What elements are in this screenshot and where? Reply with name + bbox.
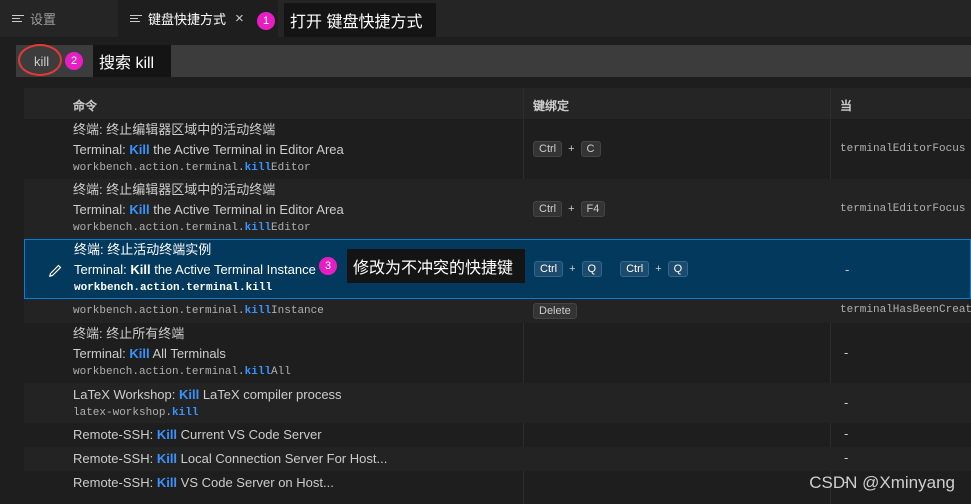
key-cap: F4 — [580, 201, 606, 217]
when-cell: - — [844, 450, 849, 465]
command-title: 终端: 终止所有终端 — [73, 326, 185, 341]
keybinding-cell[interactable]: Ctrl + F4 — [533, 201, 606, 217]
when-cell: - — [845, 262, 850, 277]
table-row[interactable]: 终端: 终止编辑器区域中的活动终端 Terminal: Kill the Act… — [24, 179, 971, 239]
settings-file-icon — [12, 15, 24, 22]
command-cell: workbench.action.terminal.killInstance — [73, 303, 324, 319]
command-cell: Remote-SSH: Kill Local Connection Server… — [73, 449, 387, 469]
command-id: workbench.action.terminal.killEditor — [73, 222, 311, 234]
key-cap: Delete — [533, 303, 577, 319]
command-title: 终端: 终止编辑器区域中的活动终端 — [73, 182, 276, 197]
command-cell: 终端: 终止编辑器区域中的活动终端 Terminal: Kill the Act… — [73, 180, 344, 236]
command-title: 终端: 终止活动终端实例 — [74, 242, 212, 257]
keybinding-cell[interactable]: Ctrl + Q Ctrl + Q — [534, 261, 689, 277]
key-cap: Q — [667, 261, 689, 277]
key-cap: C — [580, 141, 601, 157]
search-highlight-circle — [18, 44, 62, 76]
command-label: Remote-SSH: Kill VS Code Server on Host.… — [73, 475, 334, 490]
command-cell: 终端: 终止所有终端 Terminal: Kill All Terminals … — [73, 324, 291, 380]
column-command-header[interactable]: 命令 — [73, 97, 97, 114]
annotation-callout-2: 搜索 kill — [93, 45, 171, 77]
command-id: workbench.action.terminal.kill — [74, 282, 273, 294]
when-cell: - — [844, 426, 849, 441]
table-row[interactable]: LaTeX Workshop: Kill LaTeX compiler proc… — [24, 383, 971, 423]
table-row[interactable]: Remote-SSH: Kill Local Connection Server… — [24, 447, 971, 471]
command-id: latex-workshop.kill — [73, 407, 199, 419]
when-cell: terminalHasBeenCreate — [840, 304, 971, 316]
tab-keyboard-shortcuts[interactable]: 键盘快捷方式 × — [118, 0, 278, 37]
command-label: Terminal: Kill the Active Terminal in Ed… — [73, 142, 344, 157]
keybinding-cell[interactable]: Delete — [533, 303, 577, 319]
command-id: workbench.action.terminal.killEditor — [73, 162, 311, 174]
key-cap: Ctrl — [533, 201, 563, 217]
when-cell: terminalEditorFocus & — [840, 143, 971, 155]
column-keybinding-header[interactable]: 键绑定 — [533, 97, 569, 114]
table-header: 命令 键绑定 当 — [24, 88, 971, 119]
annotation-marker-1: 1 — [257, 12, 275, 30]
when-cell: - — [844, 395, 849, 410]
command-title: 终端: 终止编辑器区域中的活动终端 — [73, 122, 276, 137]
when-cell: - — [844, 345, 849, 360]
command-cell: Remote-SSH: Kill Current VS Code Server — [73, 425, 322, 445]
command-label: Terminal: Kill the Active Terminal Insta… — [74, 262, 316, 277]
keybinding-cell[interactable]: Ctrl + C — [533, 141, 601, 157]
when-cell: terminalEditorFocus & — [840, 203, 971, 215]
command-label: LaTeX Workshop: Kill LaTeX compiler proc… — [73, 387, 342, 402]
command-label: Remote-SSH: Kill Local Connection Server… — [73, 451, 388, 466]
key-cap: Q — [581, 261, 603, 277]
edit-pencil-icon[interactable] — [47, 263, 63, 279]
tab-settings-label: 设置 — [30, 12, 57, 27]
command-cell: 终端: 终止活动终端实例 Terminal: Kill the Active T… — [74, 240, 316, 296]
command-label: Terminal: Kill the Active Terminal in Ed… — [73, 202, 344, 217]
table-row[interactable]: Remote-SSH: Kill Current VS Code Server … — [24, 423, 971, 447]
watermark: CSDN @Xminyang — [809, 473, 955, 492]
annotation-callout-1: 打开 键盘快捷方式 — [284, 3, 436, 37]
table-row[interactable]: 终端: 终止所有终端 Terminal: Kill All Terminals … — [24, 323, 971, 383]
annotation-callout-3: 修改为不冲突的快捷键 — [347, 249, 525, 283]
close-icon[interactable]: × — [235, 10, 244, 27]
command-cell: Remote-SSH: Kill VS Code Server on Host.… — [73, 473, 334, 493]
key-cap: Ctrl — [620, 261, 650, 277]
command-id: workbench.action.terminal.killInstance — [73, 305, 324, 317]
key-cap: Ctrl — [534, 261, 564, 277]
command-label: Remote-SSH: Kill Current VS Code Server — [73, 427, 322, 442]
command-cell: 终端: 终止编辑器区域中的活动终端 Terminal: Kill the Act… — [73, 120, 344, 176]
table-row[interactable]: 终端: 终止编辑器区域中的活动终端 Terminal: Kill the Act… — [24, 119, 971, 179]
annotation-marker-2: 2 — [65, 52, 83, 70]
table-row[interactable]: workbench.action.terminal.killInstance D… — [24, 299, 971, 323]
column-when-header[interactable]: 当 — [840, 97, 852, 114]
tab-keyboard-shortcuts-label: 键盘快捷方式 — [148, 12, 227, 27]
annotation-marker-3: 3 — [319, 257, 337, 275]
command-label: Terminal: Kill All Terminals — [73, 346, 226, 361]
key-cap: Ctrl — [533, 141, 563, 157]
command-cell: LaTeX Workshop: Kill LaTeX compiler proc… — [73, 385, 342, 421]
tab-bar: 设置 键盘快捷方式 × — [0, 0, 971, 37]
command-id: workbench.action.terminal.killAll — [73, 366, 291, 378]
keyboard-shortcuts-file-icon — [130, 15, 142, 22]
tab-settings[interactable]: 设置 — [12, 0, 112, 37]
